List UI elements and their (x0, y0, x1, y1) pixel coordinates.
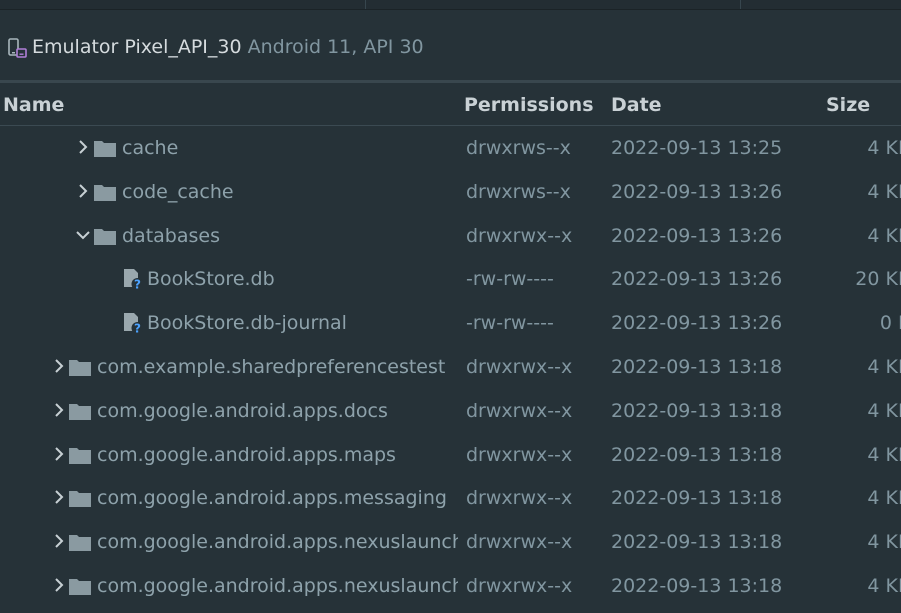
table-row[interactable]: com.google.android.apps.messaging drwxrwx… (0, 476, 901, 520)
file-name: com.example.sharedpreferencestest (97, 355, 446, 378)
file-permissions: drwxrwx--x (466, 224, 573, 247)
folder-icon (94, 141, 116, 157)
file-date: 2022-09-13 13:26 (611, 268, 783, 291)
svg-text:?: ? (134, 278, 141, 292)
chevron-right-icon[interactable] (74, 138, 92, 156)
folder-icon (69, 359, 91, 376)
toolbar-separator (365, 0, 366, 9)
file-tree: cachedrwxrws--x2022-09-13 13:254 KBcode_… (0, 126, 901, 608)
file-permissions: drwxrwx--x (466, 355, 573, 378)
table-row[interactable]: ? BookStore.db-journal -rw-rw---- 2022-09-1… (0, 301, 901, 345)
table-row[interactable]: databases drwxrwx--x 2022-09-13 13:26 4 KB (0, 214, 901, 258)
file-permissions: drwxrwx--x (466, 487, 573, 510)
file-date: 2022-09-13 13:25 (611, 137, 783, 159)
toolbar-strip (0, 0, 901, 10)
table-row[interactable]: ? BookStore.db -rw-rw---- 2022-09-13 13:26 2… (0, 257, 901, 301)
file-name: com.google.android.apps.nexuslauncher (97, 574, 458, 597)
folder-icon (69, 403, 91, 420)
table-row[interactable]: cache drwxrws--x 2022-09-13 13:25 4 KB (0, 126, 901, 170)
file-name: cache (122, 137, 179, 159)
file-size: 4 KB (867, 574, 901, 597)
table-row[interactable]: com.google.android.apps.maps drwxrwx--x 20… (0, 433, 901, 477)
file-size: 4 KB (867, 355, 901, 378)
file-size: 4 KB (867, 137, 901, 159)
device-title: Emulator Pixel_API_30 Android 11, API 30 (32, 34, 424, 60)
file-permissions: drwxrwx--x (466, 443, 573, 466)
folder-icon (69, 491, 91, 508)
file-permissions: drwxrwx--x (466, 531, 573, 554)
file-size: 20 KB (855, 268, 901, 291)
table-row[interactable]: com.google.android.apps.nexuslauncher drw… (0, 564, 901, 608)
file-permissions: -rw-rw---- (466, 268, 554, 291)
file-date: 2022-09-13 13:18 (611, 574, 783, 597)
file-date: 2022-09-13 13:26 (611, 312, 783, 335)
file-permissions: drwxrws--x (466, 180, 571, 203)
chevron-right-icon[interactable] (50, 532, 68, 550)
device-phone-icon (8, 38, 27, 58)
chevron-right-icon[interactable] (50, 488, 68, 506)
chevron-right-icon[interactable] (50, 357, 68, 375)
table-row[interactable]: com.google.android.apps.docs drwxrwx--x 20… (0, 389, 901, 433)
file-size: 0 B (879, 312, 901, 335)
file-size: 4 KB (867, 487, 901, 510)
file-name: BookStore.db (147, 268, 275, 291)
file-name: com.google.android.apps.maps (97, 443, 396, 466)
file-name: com.google.android.apps.nexuslauncher (97, 531, 458, 554)
device-selector[interactable]: Emulator Pixel_API_30 Android 11, API 30 (0, 10, 901, 80)
folder-icon (69, 578, 91, 595)
file-permissions: drwxrwx--x (466, 574, 573, 597)
unknown-file-icon: ? (124, 313, 144, 336)
file-size: 4 KB (867, 443, 901, 466)
file-permissions: drwxrwx--x (466, 399, 573, 422)
device-description: Android 11, API 30 (247, 36, 424, 58)
file-size: 4 KB (867, 180, 901, 203)
chevron-right-icon[interactable] (50, 576, 68, 594)
file-date: 2022-09-13 13:18 (611, 531, 783, 554)
file-permissions: -rw-rw---- (466, 312, 554, 335)
svg-text:?: ? (134, 322, 141, 336)
file-name: databases (122, 224, 220, 247)
file-name: code_cache (122, 180, 234, 203)
column-header-permissions[interactable]: Permissions (464, 83, 594, 125)
folder-icon (94, 228, 116, 245)
chevron-right-icon[interactable] (74, 182, 92, 200)
unknown-file-icon: ? (124, 269, 144, 292)
file-name: com.google.android.apps.docs (97, 399, 388, 422)
table-header: Name Permissions Date Size (0, 83, 901, 126)
file-permissions: drwxrws--x (466, 137, 571, 159)
folder-icon (69, 535, 91, 552)
table-row[interactable]: com.example.sharedpreferencestest drwxrwx… (0, 345, 901, 389)
column-header-name[interactable]: Name (3, 83, 64, 125)
device-name: Emulator Pixel_API_30 (32, 36, 242, 58)
file-size: 4 KB (867, 399, 901, 422)
chevron-down-icon[interactable] (74, 226, 92, 244)
file-date: 2022-09-13 13:18 (611, 355, 783, 378)
chevron-right-icon[interactable] (50, 401, 68, 419)
device-file-explorer: Emulator Pixel_API_30 Android 11, API 30 … (0, 0, 901, 613)
file-name: BookStore.db-journal (147, 312, 347, 335)
folder-icon (69, 447, 91, 464)
folder-icon (94, 184, 116, 201)
file-date: 2022-09-13 13:18 (611, 487, 783, 510)
toolbar-separator (740, 0, 741, 9)
column-header-size[interactable]: Size (826, 83, 870, 125)
file-date: 2022-09-13 13:18 (611, 399, 783, 422)
file-size: 4 KB (867, 224, 901, 247)
table-row[interactable]: code_cache drwxrws--x 2022-09-13 13:26 4 KB (0, 170, 901, 214)
file-size: 4 KB (867, 531, 901, 554)
file-date: 2022-09-13 13:26 (611, 224, 783, 247)
file-date: 2022-09-13 13:26 (611, 180, 783, 203)
file-name: com.google.android.apps.messaging (97, 487, 447, 510)
chevron-right-icon[interactable] (50, 445, 68, 463)
column-header-date[interactable]: Date (611, 83, 662, 125)
file-date: 2022-09-13 13:18 (611, 443, 783, 466)
table-row[interactable]: com.google.android.apps.nexuslauncher drw… (0, 520, 901, 564)
